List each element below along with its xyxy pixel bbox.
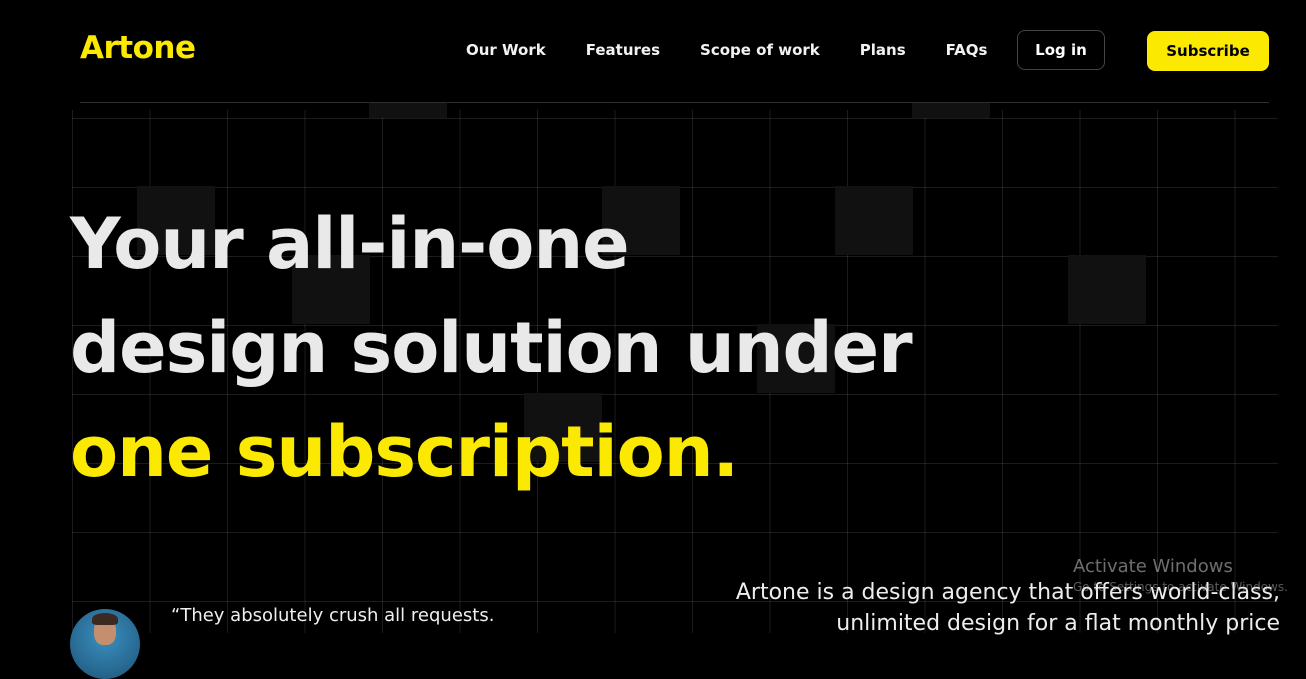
nav-faqs[interactable]: FAQs	[946, 41, 988, 59]
avatar-hair	[92, 613, 118, 625]
nav-scope-of-work[interactable]: Scope of work	[700, 41, 820, 59]
grid-tile	[912, 102, 990, 118]
testimonial-quote: “They absolutely crush all requests.	[171, 605, 495, 626]
hero-title: Your all-in-one design solution under on…	[70, 192, 913, 504]
hero-line-1: Your all-in-one	[70, 203, 630, 285]
subscribe-button[interactable]: Subscribe	[1147, 31, 1269, 71]
activate-windows-title: Activate Windows	[1073, 556, 1233, 577]
hero-line-accent: one subscription.	[70, 411, 739, 493]
login-button[interactable]: Log in	[1017, 30, 1105, 70]
activate-windows-subtitle: Go to Settings to activate Windows.	[1073, 580, 1288, 594]
nav-features[interactable]: Features	[586, 41, 660, 59]
main-nav: Our Work Features Scope of work Plans FA…	[466, 41, 987, 59]
grid-tile	[1068, 255, 1146, 324]
testimonial-avatar	[70, 609, 140, 679]
nav-our-work[interactable]: Our Work	[466, 41, 546, 59]
site-header: Artone Our Work Features Scope of work P…	[80, 0, 1269, 103]
brand-logo[interactable]: Artone	[80, 30, 196, 66]
hero-line-2: design solution under	[70, 307, 913, 389]
grid-tile	[369, 102, 447, 118]
nav-plans[interactable]: Plans	[860, 41, 906, 59]
